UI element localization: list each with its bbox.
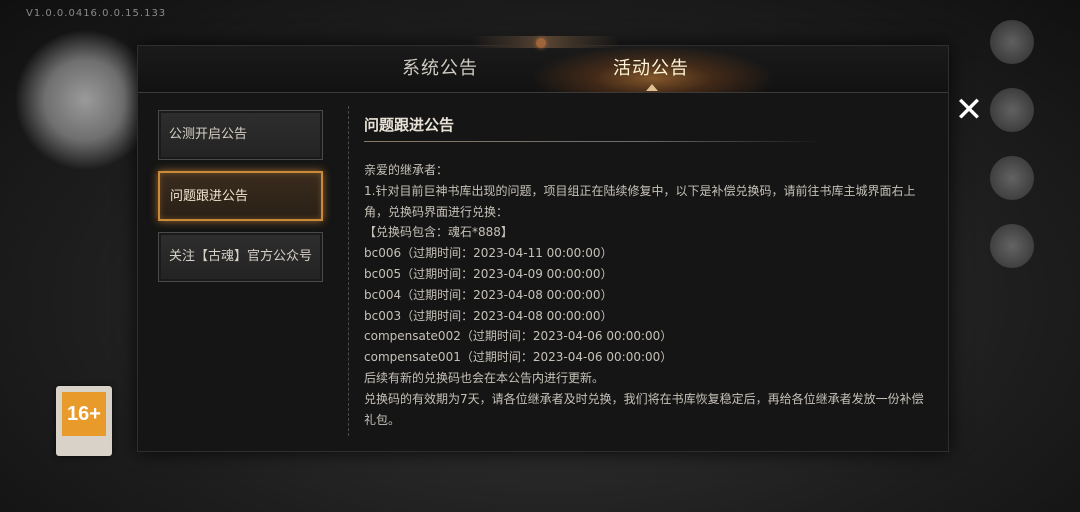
announcement-panel: 系统公告 活动公告 公测开启公告 问题跟进公告 关注【古魂】官方公众号 问题跟进… — [137, 45, 949, 452]
close-button[interactable]: ✕ — [949, 90, 989, 130]
sidebar-item-label: 公测开启公告 — [169, 127, 248, 142]
tab-system-announcement[interactable]: 系统公告 — [350, 54, 530, 84]
content-line: 亲爱的继承者： — [364, 163, 449, 177]
title-underline — [364, 141, 824, 142]
content-line: 1.针对目前巨神书库出现的问题，项目组正在陆续修复中，以下是补偿兑换码，请前往书… — [364, 183, 916, 219]
tab-bar: 系统公告 活动公告 — [138, 46, 948, 93]
version-label: V1.0.0.0416.0.0.15.133 — [26, 8, 167, 19]
notice-icon[interactable] — [990, 20, 1034, 64]
redeem-code-line: bc006（过期时间：2023-04-11 00:00:00） — [364, 246, 613, 261]
settings-icon[interactable] — [990, 224, 1034, 268]
sidebar-item-beta-launch[interactable]: 公测开启公告 — [158, 110, 323, 160]
close-icon: ✕ — [954, 90, 984, 130]
ornament-gem-icon — [536, 38, 546, 48]
content-line: 【兑换码包含：魂石*888】 — [364, 225, 513, 240]
redeem-code-line: bc004（过期时间：2023-04-08 00:00:00） — [364, 287, 613, 302]
sidebar-item-issue-followup[interactable]: 问题跟进公告 — [158, 171, 323, 221]
redeem-code-line: compensate001（过期时间：2023-04-06 00:00:00） — [364, 350, 673, 365]
content-line: 后续有新的兑换码也会在本公告内进行更新。 — [364, 370, 605, 385]
age-rating: 16+ — [62, 392, 106, 436]
sidebar-item-label: 关注【古魂】官方公众号 — [169, 249, 313, 264]
content-divider — [348, 106, 349, 436]
redeem-code-line: compensate002（过期时间：2023-04-06 00:00:00） — [364, 329, 673, 344]
redeem-code-line: bc003（过期时间：2023-04-08 00:00:00） — [364, 308, 613, 323]
active-tab-indicator — [646, 84, 658, 91]
content-line: 兑换码的有效期为7天，请各位继承者及时兑换，我们将在书库恢复稳定后，再给各位继承… — [364, 391, 924, 427]
redeem-code-line: bc005（过期时间：2023-04-09 00:00:00） — [364, 266, 613, 281]
news-icon[interactable] — [990, 88, 1034, 132]
tab-activity-announcement[interactable]: 活动公告 — [538, 54, 764, 84]
sidebar-item-label: 问题跟进公告 — [170, 189, 249, 204]
announcement-content: 问题跟进公告 亲爱的继承者： 1.针对目前巨神书库出现的问题，项目组正在陆续修复… — [364, 114, 924, 430]
service-icon[interactable] — [990, 156, 1034, 200]
announcement-title: 问题跟进公告 — [364, 116, 455, 134]
age-rating-badge: 16+ — [56, 386, 112, 456]
sidebar-item-follow-official[interactable]: 关注【古魂】官方公众号 — [158, 232, 323, 282]
